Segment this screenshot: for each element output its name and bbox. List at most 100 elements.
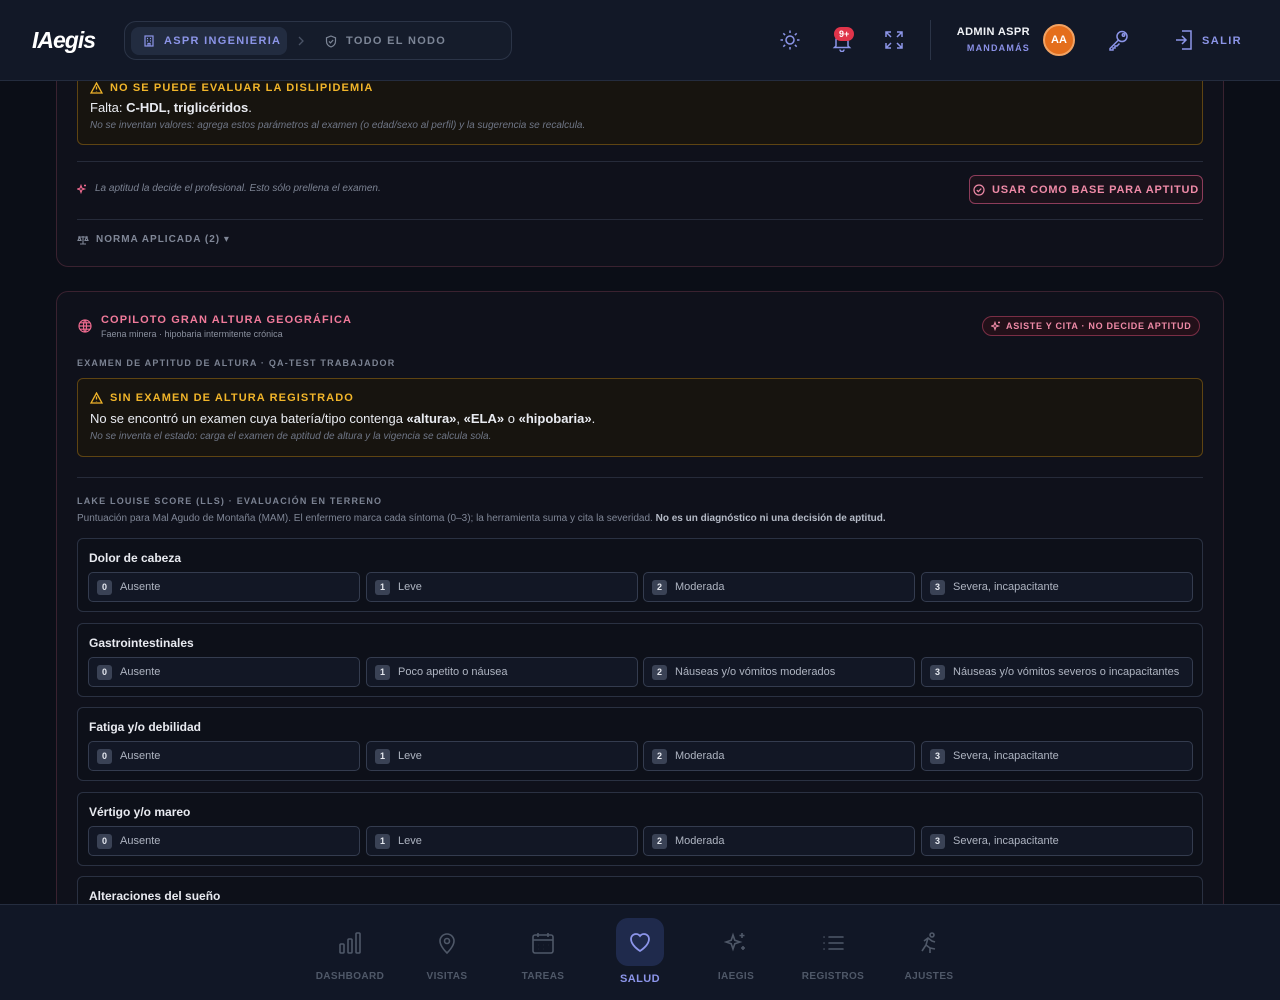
warning-text: No se encontró un examen cuya batería/ti… — [90, 411, 596, 426]
score-number: 3 — [930, 664, 945, 680]
scale-icon — [77, 235, 89, 245]
nav-ajustes[interactable]: AJUSTES — [881, 905, 977, 1000]
score-label: Moderada — [675, 750, 725, 762]
use-as-base-button[interactable]: USAR COMO BASE PARA APTITUD — [969, 175, 1203, 204]
score-option[interactable]: 2 Moderada — [643, 572, 915, 602]
nav-label: AJUSTES — [904, 971, 954, 982]
missing-values-text: Falta: C-HDL, triglicéridos. — [90, 100, 252, 115]
sparkles-icon — [724, 931, 748, 955]
header-divider — [930, 20, 931, 60]
score-label: Ausente — [120, 666, 161, 678]
nav-label: TAREAS — [521, 971, 565, 982]
score-number: 1 — [375, 664, 390, 680]
symptom-name: Vértigo y/o mareo — [89, 805, 191, 819]
score-label: Ausente — [120, 750, 161, 762]
aptitude-note: La aptitud la decide el profesional. Est… — [77, 183, 381, 194]
score-label: Leve — [398, 581, 422, 593]
score-label: Leve — [398, 750, 422, 762]
score-number: 0 — [97, 748, 112, 764]
list-icon — [821, 931, 845, 955]
score-option[interactable]: 3 Severa, incapacitante — [921, 741, 1193, 771]
score-number: 1 — [375, 579, 390, 595]
divider — [77, 161, 1203, 162]
score-option[interactable]: 1 Leve — [366, 826, 638, 856]
score-option[interactable]: 0 Ausente — [88, 572, 360, 602]
nav-label: IAEGIS — [717, 971, 755, 982]
lls-description: Puntuación para Mal Agudo de Montaña (MA… — [77, 513, 886, 524]
divider — [77, 477, 1203, 478]
score-option[interactable]: 3 Severa, incapacitante — [921, 572, 1193, 602]
score-option[interactable]: 2 Náuseas y/o vómitos moderados — [643, 657, 915, 687]
score-number: 0 — [97, 833, 112, 849]
calendar-icon — [531, 931, 555, 955]
nav-dashboard[interactable]: DASHBOARD — [302, 905, 398, 1000]
score-number: 2 — [652, 748, 667, 764]
score-option[interactable]: 0 Ausente — [88, 741, 360, 771]
nav-iaegis[interactable]: IAEGIS — [688, 905, 784, 1000]
score-label: Ausente — [120, 581, 161, 593]
app-logo[interactable]: IAegis — [32, 27, 96, 54]
norma-toggle[interactable]: NORMA APLICADA (2) ▾ — [77, 234, 230, 245]
score-label: Poco apetito o náusea — [398, 666, 508, 678]
assist-badge: ASISTE Y CITA · NO DECIDE APTITUD — [982, 316, 1201, 336]
score-label: Leve — [398, 835, 422, 847]
logout-icon[interactable] — [1173, 28, 1195, 52]
score-number: 2 — [652, 833, 667, 849]
nav-salud[interactable]: SALUD — [592, 905, 688, 1000]
copilot-subtitle: Faena minera · hipobaria intermitente cr… — [101, 329, 283, 339]
chevron-right-icon — [295, 34, 307, 48]
globe-icon — [78, 319, 92, 333]
score-option[interactable]: 0 Ausente — [88, 657, 360, 687]
score-number: 1 — [375, 833, 390, 849]
score-label: Severa, incapacitante — [953, 581, 1059, 593]
score-number: 3 — [930, 579, 945, 595]
running-person-icon — [917, 931, 941, 955]
sparkle-icon — [991, 321, 1001, 331]
score-number: 0 — [97, 579, 112, 595]
score-number: 1 — [375, 748, 390, 764]
shield-icon — [325, 34, 337, 48]
score-number: 2 — [652, 664, 667, 680]
score-option[interactable]: 2 Moderada — [643, 826, 915, 856]
score-option[interactable]: 3 Severa, incapacitante — [921, 826, 1193, 856]
nav-registros[interactable]: REGISTROS — [785, 905, 881, 1000]
logout-button[interactable]: SALIR — [1202, 35, 1242, 47]
symptom-name: Dolor de cabeza — [89, 551, 182, 565]
notification-badge: 9+ — [834, 27, 855, 41]
expand-icon[interactable] — [883, 29, 905, 51]
symptom-name: Gastrointestinales — [89, 636, 194, 650]
exam-section-title: EXAMEN DE APTITUD DE ALTURA · QA-TEST TR… — [77, 358, 396, 368]
nav-label: DASHBOARD — [315, 971, 385, 982]
symptom-row: Vértigo y/o mareo 0 Ausente 1 Leve 2 Moderada 3… — [77, 792, 1203, 866]
nav-label: VISITAS — [426, 971, 468, 982]
score-option[interactable]: 1 Poco apetito o náusea — [366, 657, 638, 687]
symptom-name: Fatiga y/o debilidad — [89, 720, 202, 734]
nav-visitas[interactable]: VISITAS — [399, 905, 495, 1000]
score-option[interactable]: 1 Leve — [366, 741, 638, 771]
score-option[interactable]: 1 Leve — [366, 572, 638, 602]
key-icon[interactable] — [1107, 28, 1131, 52]
score-label: Severa, incapacitante — [953, 750, 1059, 762]
warning-triangle-icon — [90, 392, 103, 404]
heart-icon — [628, 930, 652, 954]
nav-tareas[interactable]: TAREAS — [495, 905, 591, 1000]
divider — [77, 219, 1203, 220]
sun-icon[interactable] — [779, 29, 801, 51]
nav-label: REGISTROS — [801, 971, 865, 982]
score-option[interactable]: 0 Ausente — [88, 826, 360, 856]
breadcrumb-company[interactable]: ASPR INGENIERIA — [131, 27, 287, 55]
score-label: Náuseas y/o vómitos severos o incapacita… — [953, 666, 1180, 678]
symptom-row: Dolor de cabeza 0 Ausente 1 Leve 2 Moderada 3 Se… — [77, 538, 1203, 612]
avatar[interactable]: AA — [1043, 24, 1075, 56]
breadcrumb-scope[interactable]: TODO EL NODO — [325, 27, 446, 55]
sparkle-icon — [77, 183, 87, 194]
check-circle-icon — [973, 183, 985, 196]
score-option[interactable]: 2 Moderada — [643, 741, 915, 771]
bottom-nav: DASHBOARD VISITAS TAREAS SALUD IAEGIS RE… — [0, 904, 1280, 1000]
score-label: Moderada — [675, 835, 725, 847]
score-option[interactable]: 3 Náuseas y/o vómitos severos o incapacit… — [921, 657, 1193, 687]
score-number: 3 — [930, 833, 945, 849]
breadcrumb: ASPR INGENIERIA TODO EL NODO — [124, 21, 512, 60]
score-label: Ausente — [120, 835, 161, 847]
user-role: MANDAMÁS — [966, 43, 1030, 53]
